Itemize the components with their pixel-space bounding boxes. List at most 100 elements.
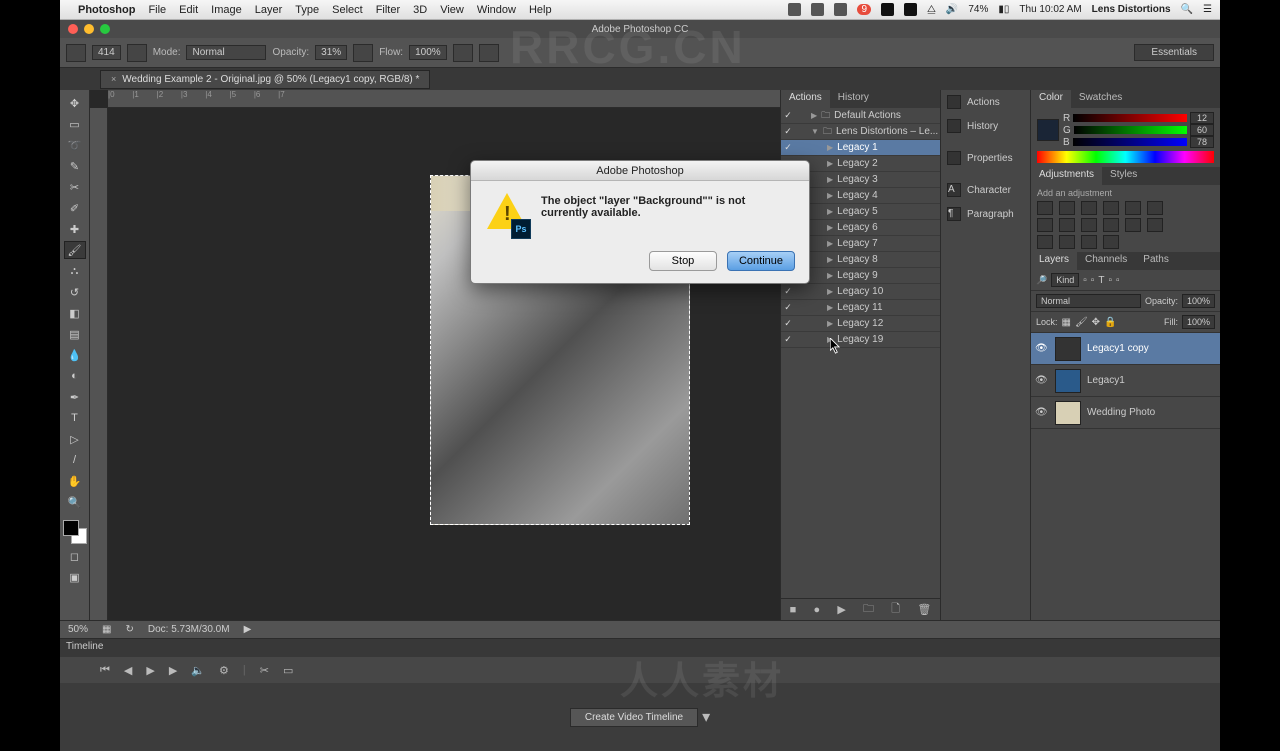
layer-row[interactable]: 👁Wedding Photo [1031, 397, 1220, 429]
timeline-tab[interactable]: Timeline [60, 639, 1220, 657]
screen-mode-icon[interactable]: ▣ [64, 568, 86, 586]
split-icon[interactable]: ✂ [260, 664, 269, 677]
transition-icon[interactable]: ▭ [283, 664, 293, 677]
action-set-row[interactable]: ✓▶🗀Default Actions [781, 108, 940, 124]
foreground-swatch[interactable] [1037, 119, 1059, 141]
brush-preset-icon[interactable] [127, 44, 147, 62]
adj-icon[interactable] [1059, 235, 1075, 249]
prev-frame-icon[interactable]: ◀ [124, 664, 132, 677]
dock-character[interactable]: ACharacter [941, 178, 1030, 202]
quick-mask-icon[interactable]: ◻ [64, 547, 86, 565]
color-spectrum[interactable] [1037, 151, 1214, 163]
dock-actions[interactable]: Actions [941, 90, 1030, 114]
continue-button[interactable]: Continue [727, 251, 795, 271]
b-slider[interactable] [1073, 138, 1187, 146]
adj-icon[interactable] [1147, 201, 1163, 215]
menu-help[interactable]: Help [529, 4, 552, 16]
pressure-size-icon[interactable] [479, 44, 499, 62]
adj-icon[interactable] [1125, 218, 1141, 232]
create-video-timeline-button[interactable]: Create Video Timeline [570, 708, 698, 727]
action-item-row[interactable]: ✓▶Legacy 11 [781, 300, 940, 316]
lock-paint-icon[interactable]: 🖌 [1075, 317, 1088, 328]
settings-icon[interactable]: ⚙ [219, 664, 229, 677]
status-icon[interactable]: ↻ [125, 624, 133, 635]
tab-styles[interactable]: Styles [1102, 167, 1145, 185]
filter-icon[interactable]: ▫ [1116, 275, 1120, 286]
quick-select-tool[interactable]: ✎ [64, 157, 86, 175]
play-icon[interactable]: ▶ [146, 664, 154, 677]
adj-icon[interactable] [1125, 201, 1141, 215]
g-slider[interactable] [1074, 126, 1187, 134]
flow-field[interactable]: 100% [409, 45, 447, 60]
chevron-down-icon[interactable]: ▾ [702, 707, 710, 727]
wifi-icon[interactable]: ⧋ [927, 4, 936, 15]
healing-brush-tool[interactable]: ✚ [64, 220, 86, 238]
blend-mode-select[interactable]: Normal [186, 45, 266, 60]
dock-paragraph[interactable]: ¶Paragraph [941, 202, 1030, 226]
layer-thumbnail[interactable] [1055, 369, 1081, 393]
adj-icon[interactable] [1059, 218, 1075, 232]
marquee-tool[interactable]: ▭ [64, 115, 86, 133]
menubar-app-right[interactable]: Lens Distortions [1092, 4, 1171, 15]
visibility-icon[interactable]: 👁 [1035, 407, 1049, 418]
blur-tool[interactable]: 💧 [64, 346, 86, 364]
layer-thumbnail[interactable] [1055, 337, 1081, 361]
menu-view[interactable]: View [440, 4, 464, 16]
adj-icon[interactable] [1103, 218, 1119, 232]
app-menu[interactable]: Photoshop [78, 4, 135, 16]
menubar-extra-icon[interactable] [811, 3, 824, 16]
layer-row[interactable]: 👁Legacy1 [1031, 365, 1220, 397]
stop-recording-icon[interactable]: ■ [790, 604, 797, 616]
layer-filter-select[interactable]: Kind [1051, 273, 1079, 287]
doc-size-label[interactable]: Doc: 5.73M/30.0M [148, 624, 230, 635]
lasso-tool[interactable]: ➰ [64, 136, 86, 154]
chevron-right-icon[interactable]: ▶ [244, 624, 252, 635]
brush-tool[interactable]: 🖌 [64, 241, 86, 259]
type-tool[interactable]: T [64, 409, 86, 427]
go-start-icon[interactable]: ⏮ [100, 664, 110, 677]
menu-layer[interactable]: Layer [255, 4, 283, 16]
window-zoom-button[interactable] [100, 24, 110, 34]
adj-icon[interactable] [1081, 218, 1097, 232]
adj-icon[interactable] [1059, 201, 1075, 215]
tab-paths[interactable]: Paths [1135, 252, 1177, 270]
gradient-tool[interactable]: ▤ [64, 325, 86, 343]
airbrush-icon[interactable] [453, 44, 473, 62]
play-icon[interactable]: ▶ [837, 603, 845, 616]
r-value[interactable]: 12 [1190, 112, 1214, 124]
layer-blend-select[interactable]: Normal [1036, 294, 1141, 308]
adj-icon[interactable] [1081, 235, 1097, 249]
menu-edit[interactable]: Edit [179, 4, 198, 16]
window-close-button[interactable] [68, 24, 78, 34]
hand-tool[interactable]: ✋ [64, 472, 86, 490]
filter-icon[interactable]: ▫ [1083, 275, 1087, 286]
new-action-icon[interactable]: 🗋 [891, 600, 900, 619]
filter-icon[interactable]: T [1098, 275, 1104, 286]
zoom-level[interactable]: 50% [68, 624, 88, 635]
document-tab[interactable]: × Wedding Example 2 - Original.jpg @ 50%… [100, 70, 430, 89]
new-set-icon[interactable]: 🗀 [863, 600, 874, 619]
action-item-row[interactable]: ✓▶Legacy 12 [781, 316, 940, 332]
history-brush-tool[interactable]: ↺ [64, 283, 86, 301]
dock-properties[interactable]: Properties [941, 146, 1030, 170]
dodge-tool[interactable]: ◐ [64, 367, 86, 385]
b-value[interactable]: 78 [1190, 136, 1214, 148]
adj-icon[interactable] [1147, 218, 1163, 232]
menu-type[interactable]: Type [295, 4, 319, 16]
menu-window[interactable]: Window [477, 4, 516, 16]
record-icon[interactable]: ● [813, 604, 820, 616]
r-slider[interactable] [1073, 114, 1187, 122]
eraser-tool[interactable]: ◧ [64, 304, 86, 322]
lock-all-icon[interactable]: 🔒 [1104, 317, 1116, 328]
tab-adjustments[interactable]: Adjustments [1031, 167, 1102, 185]
status-icon[interactable]: ▦ [102, 624, 111, 635]
g-value[interactable]: 60 [1190, 124, 1214, 136]
tab-history[interactable]: History [830, 90, 877, 108]
fill-field[interactable]: 100% [1182, 315, 1215, 329]
move-tool[interactable]: ✥ [64, 94, 86, 112]
app-icon[interactable] [881, 3, 894, 16]
stop-button[interactable]: Stop [649, 251, 717, 271]
menu-file[interactable]: File [148, 4, 166, 16]
close-tab-icon[interactable]: × [111, 74, 116, 84]
workspace-switcher[interactable]: Essentials [1134, 44, 1214, 61]
